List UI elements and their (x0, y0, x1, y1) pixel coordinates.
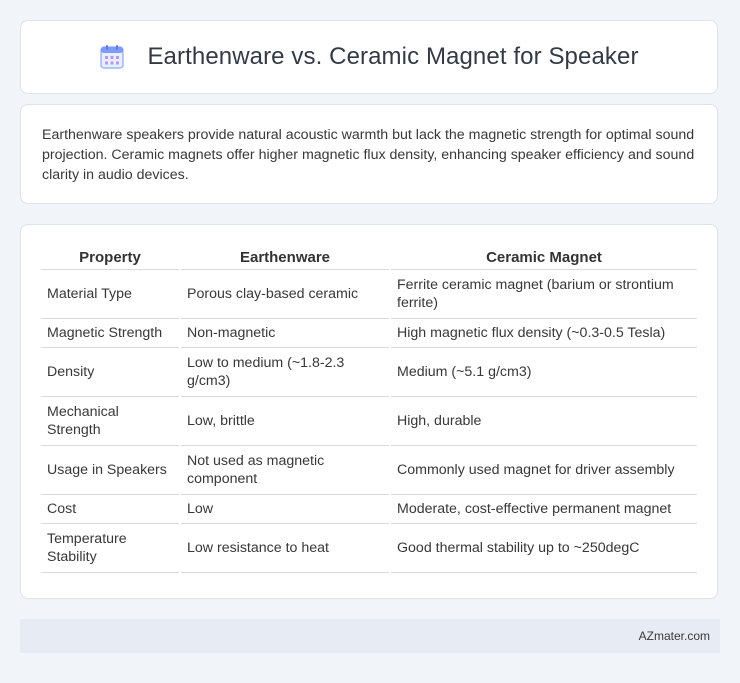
header-property: Property (41, 245, 179, 270)
footer: AZmater.com (20, 619, 720, 653)
ceramic-magnet-cell: Good thermal stability up to ~250degC (391, 524, 697, 573)
table-row: Density Low to medium (~1.8-2.3 g/cm3) M… (41, 348, 697, 397)
comparison-table-card: Property Earthenware Ceramic Magnet Mate… (20, 224, 718, 599)
earthenware-cell: Not used as magnetic component (181, 446, 389, 495)
earthenware-cell: Low to medium (~1.8-2.3 g/cm3) (181, 348, 389, 397)
earthenware-cell: Low resistance to heat (181, 524, 389, 573)
earthenware-cell: Low (181, 495, 389, 524)
summary-card: Earthenware speakers provide natural aco… (20, 104, 718, 204)
table-header-row: Property Earthenware Ceramic Magnet (41, 245, 697, 270)
ceramic-magnet-cell: Ferrite ceramic magnet (barium or stront… (391, 270, 697, 319)
property-cell: Temperature Stability (41, 524, 179, 573)
property-cell: Material Type (41, 270, 179, 319)
page-title: Earthenware vs. Ceramic Magnet for Speak… (147, 43, 639, 70)
earthenware-cell: Porous clay-based ceramic (181, 270, 389, 319)
ceramic-magnet-cell: Medium (~5.1 g/cm3) (391, 348, 697, 397)
table-row: Magnetic Strength Non-magnetic High magn… (41, 319, 697, 348)
ceramic-magnet-cell: High, durable (391, 397, 697, 446)
property-cell: Usage in Speakers (41, 446, 179, 495)
property-cell: Density (41, 348, 179, 397)
ceramic-magnet-cell: Moderate, cost-effective permanent magne… (391, 495, 697, 524)
property-cell: Mechanical Strength (41, 397, 179, 446)
property-cell: Magnetic Strength (41, 319, 179, 348)
header-ceramic-magnet: Ceramic Magnet (391, 245, 697, 270)
title-card: Earthenware vs. Ceramic Magnet for Speak… (20, 20, 718, 94)
table-row: Usage in Speakers Not used as magnetic c… (41, 446, 697, 495)
property-cell: Cost (41, 495, 179, 524)
table-row: Temperature Stability Low resistance to … (41, 524, 697, 573)
comparison-table: Property Earthenware Ceramic Magnet Mate… (39, 245, 699, 573)
earthenware-cell: Low, brittle (181, 397, 389, 446)
summary-text: Earthenware speakers provide natural aco… (42, 127, 695, 183)
ceramic-magnet-cell: Commonly used magnet for driver assembly (391, 446, 697, 495)
header-earthenware: Earthenware (181, 245, 389, 270)
ceramic-magnet-cell: High magnetic flux density (~0.3-0.5 Tes… (391, 319, 697, 348)
footer-site-name: AZmater.com (638, 629, 710, 643)
table-row: Cost Low Moderate, cost-effective perman… (41, 495, 697, 524)
calendar-icon (99, 44, 125, 70)
table-row: Material Type Porous clay-based ceramic … (41, 270, 697, 319)
earthenware-cell: Non-magnetic (181, 319, 389, 348)
table-row: Mechanical Strength Low, brittle High, d… (41, 397, 697, 446)
